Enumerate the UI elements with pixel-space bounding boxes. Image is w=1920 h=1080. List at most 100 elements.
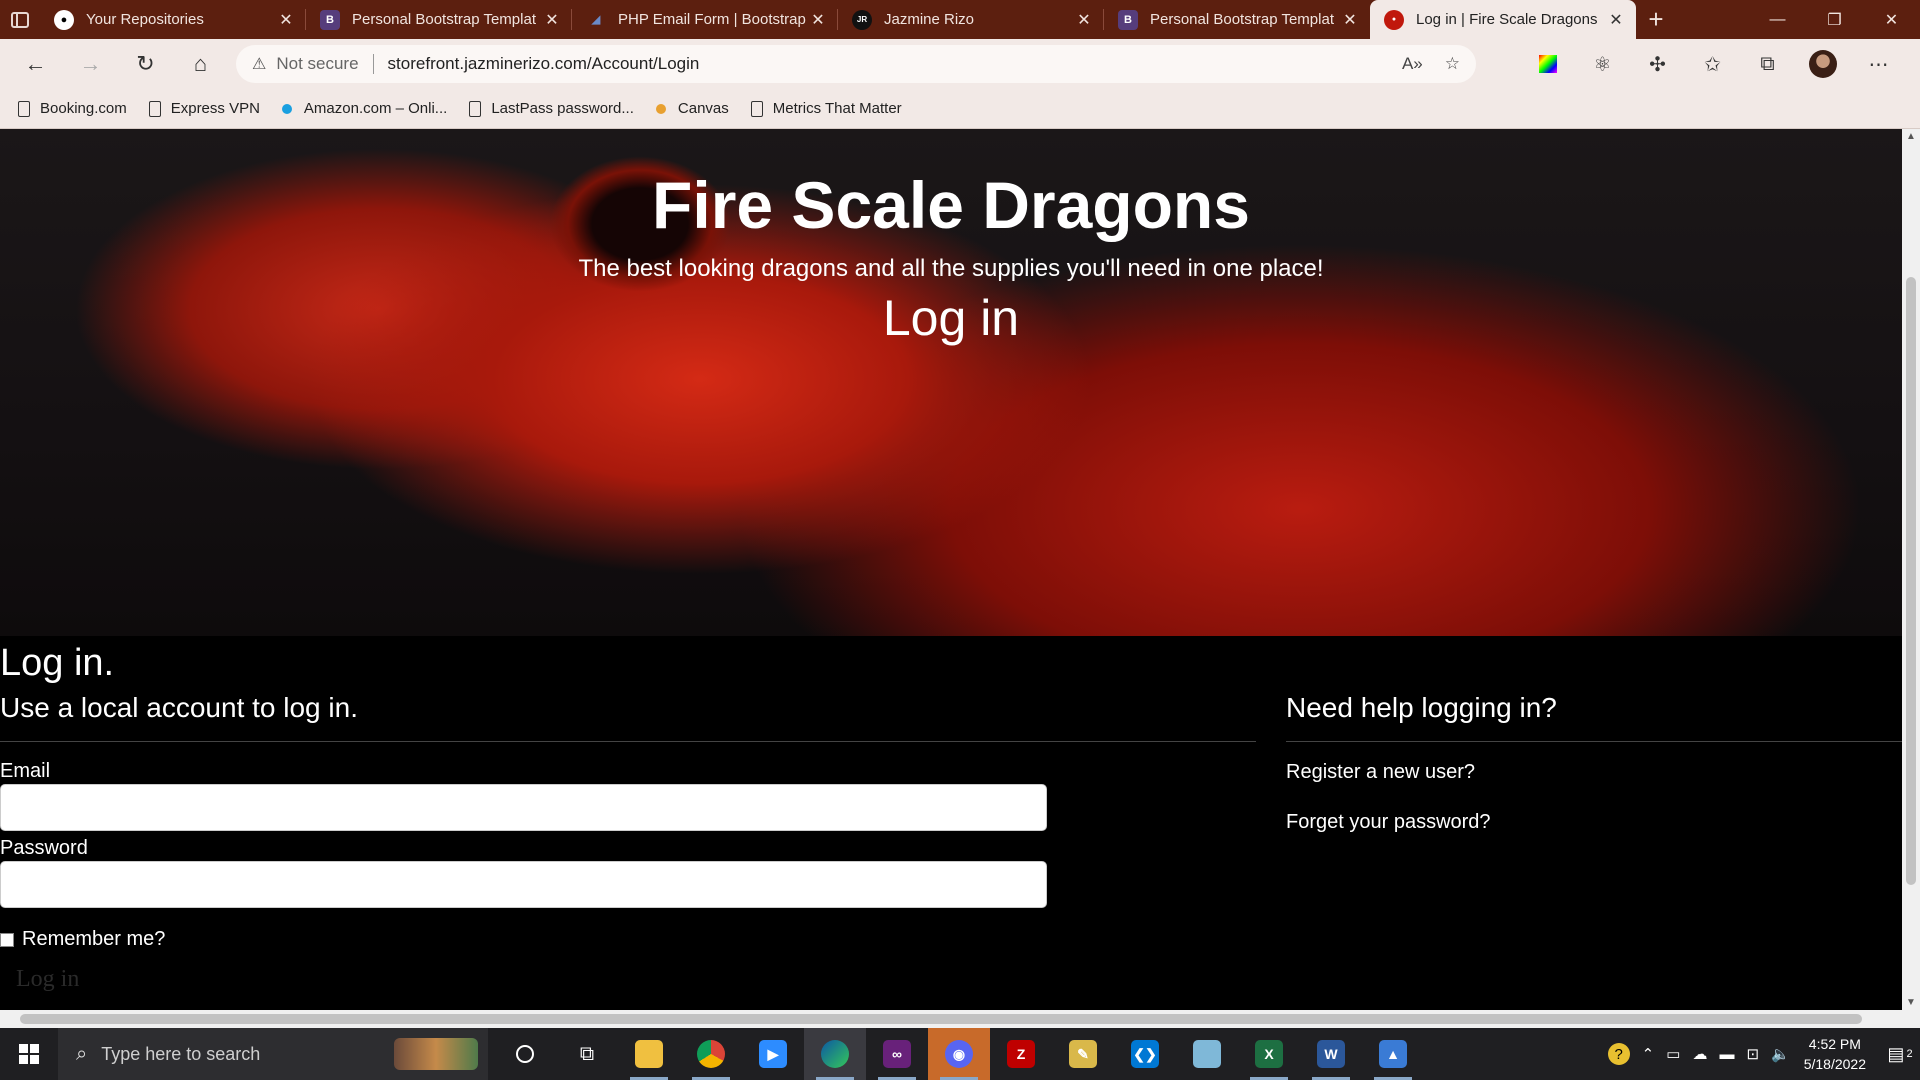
page-icon	[18, 100, 30, 117]
home-button[interactable]: ⌂	[173, 39, 228, 89]
excel-icon[interactable]: X	[1238, 1028, 1300, 1080]
tab-personal-bootstrap-2[interactable]: B Personal Bootstrap Templat ✕	[1104, 0, 1370, 39]
meet-now-icon[interactable]: ▭	[1666, 1045, 1680, 1063]
more-menu-icon[interactable]: ⋯	[1851, 52, 1906, 77]
favorite-label: Booking.com	[40, 100, 127, 117]
page-icon	[469, 100, 482, 117]
visual-studio-icon[interactable]: ∞	[866, 1028, 928, 1080]
password-field[interactable]	[0, 861, 1047, 908]
address-bar[interactable]: ⚠ Not secure storefront.jazminerizo.com/…	[236, 45, 1476, 83]
tools-app-icon[interactable]: ✎	[1052, 1028, 1114, 1080]
page-title: Log in.	[0, 642, 115, 684]
tab-title: PHP Email Form | Bootstrap	[618, 11, 806, 28]
scroll-up-icon[interactable]: ▲	[1902, 131, 1920, 142]
warning-icon[interactable]: ⚠	[252, 54, 266, 74]
new-tab-button[interactable]: +	[1636, 0, 1676, 39]
onedrive-icon[interactable]: ☁	[1692, 1045, 1707, 1063]
favorite-canvas[interactable]: Canvas	[655, 100, 729, 117]
site-title: Fire Scale Dragons	[652, 168, 1250, 242]
task-view-icon[interactable]: ⧉	[556, 1028, 618, 1080]
windows-icon	[19, 1044, 39, 1064]
tab-actions-button[interactable]	[0, 0, 40, 39]
close-tab-icon[interactable]: ✕	[1340, 10, 1360, 30]
page-icon	[148, 100, 161, 117]
zoom-icon[interactable]: ▶	[742, 1028, 804, 1080]
tab-jazmine-rizo[interactable]: JR Jazmine Rizo ✕	[838, 0, 1104, 39]
profile-avatar[interactable]	[1809, 50, 1837, 78]
remember-checkbox[interactable]	[0, 932, 14, 947]
photos-icon[interactable]: ▲	[1362, 1028, 1424, 1080]
email-label: Email	[0, 760, 51, 782]
login-button[interactable]: Log in	[16, 966, 79, 993]
tab-your-repositories[interactable]: ● Your Repositories ✕	[40, 0, 306, 39]
discord-icon[interactable]: ◉	[928, 1028, 990, 1080]
volume-icon[interactable]: 🔈	[1771, 1045, 1790, 1063]
tab-fire-scale-dragons-login[interactable]: ● Log in | Fire Scale Dragons ✕	[1370, 0, 1636, 39]
web-page: Fire Scale Dragons The best looking drag…	[0, 129, 1902, 1010]
tab-title: Personal Bootstrap Templat	[1150, 11, 1334, 28]
hero-banner: Fire Scale Dragons The best looking drag…	[0, 129, 1902, 636]
close-tab-icon[interactable]: ✕	[1606, 10, 1626, 30]
tab-php-email-form[interactable]: ◢ PHP Email Form | Bootstrap ✕	[572, 0, 838, 39]
favorite-metrics[interactable]: Metrics That Matter	[750, 100, 902, 117]
page-icon	[750, 100, 763, 117]
react-devtools-icon[interactable]: ⚛	[1575, 52, 1630, 77]
remember-me[interactable]: Remember me?	[0, 928, 165, 951]
refresh-button[interactable]: ↻	[118, 39, 173, 89]
close-window-icon[interactable]: ✕	[1863, 0, 1920, 39]
help-icon[interactable]: ?	[1607, 1043, 1630, 1065]
cortana-icon[interactable]	[494, 1028, 556, 1080]
security-status[interactable]: Not secure	[276, 54, 358, 74]
bootstrap-icon: B	[320, 9, 340, 30]
close-tab-icon[interactable]: ✕	[542, 10, 562, 30]
clock[interactable]: 4:52 PM 5/18/2022	[1804, 1034, 1866, 1074]
search-highlight-image[interactable]	[394, 1038, 478, 1070]
scroll-thumb[interactable]	[20, 1014, 1862, 1024]
collections-icon[interactable]: ⧉	[1740, 53, 1795, 76]
favorites-icon[interactable]: ✩	[1685, 52, 1740, 77]
divider	[0, 741, 1256, 742]
taskbar-search[interactable]: ⌕ Type here to search	[58, 1028, 488, 1080]
favorite-lastpass[interactable]: LastPass password...	[469, 100, 634, 117]
favorite-booking[interactable]: Booking.com	[18, 100, 127, 117]
tab-actions-icon	[11, 11, 29, 28]
forgot-password-link[interactable]: Forget your password?	[1286, 811, 1491, 834]
browser-tab-strip: ● Your Repositories ✕ B Personal Bootstr…	[0, 0, 1920, 39]
favorite-express-vpn[interactable]: Express VPN	[148, 100, 260, 117]
start-button[interactable]	[0, 1028, 58, 1080]
dot-icon	[655, 103, 666, 114]
minimize-icon[interactable]: —	[1749, 0, 1806, 39]
help-title: Need help logging in?	[1286, 692, 1557, 723]
restore-icon[interactable]: ❐	[1806, 0, 1863, 39]
close-tab-icon[interactable]: ✕	[1074, 10, 1094, 30]
notepad-icon[interactable]	[1176, 1028, 1238, 1080]
add-favorite-icon[interactable]: ☆	[1445, 54, 1460, 74]
notification-icon: ▤	[1887, 1043, 1905, 1064]
vertical-scrollbar[interactable]: ▲ ▼	[1902, 129, 1920, 1010]
register-link[interactable]: Register a new user?	[1286, 761, 1475, 784]
email-field[interactable]	[0, 784, 1047, 831]
scroll-thumb[interactable]	[1906, 277, 1916, 885]
favorite-amazon[interactable]: Amazon.com – Onli...	[281, 100, 447, 117]
file-explorer-icon[interactable]	[618, 1028, 680, 1080]
word-icon[interactable]: W	[1300, 1028, 1362, 1080]
extensions-icon[interactable]: ✣	[1630, 52, 1685, 77]
chevron-up-icon[interactable]: ⌃	[1642, 1045, 1655, 1063]
battery-icon[interactable]: ▬	[1719, 1046, 1734, 1063]
close-tab-icon[interactable]: ✕	[808, 10, 828, 30]
color-extension-icon[interactable]	[1520, 55, 1575, 73]
scroll-down-icon[interactable]: ▼	[1902, 997, 1920, 1008]
filezilla-icon[interactable]: Z	[990, 1028, 1052, 1080]
close-tab-icon[interactable]: ✕	[276, 10, 296, 30]
chrome-icon[interactable]	[680, 1028, 742, 1080]
vscode-icon[interactable]: ❮❯	[1114, 1028, 1176, 1080]
network-icon[interactable]: ⊡	[1746, 1045, 1759, 1063]
forward-button[interactable]: →	[63, 39, 118, 89]
read-aloud-icon[interactable]: A»	[1402, 54, 1423, 74]
notifications-button[interactable]: ▤ 2	[1880, 1044, 1920, 1065]
tab-personal-bootstrap-1[interactable]: B Personal Bootstrap Templat ✕	[306, 0, 572, 39]
horizontal-scrollbar[interactable]	[0, 1010, 1920, 1028]
edge-icon[interactable]	[804, 1028, 866, 1080]
back-button[interactable]: ←	[8, 39, 63, 89]
url-text[interactable]: storefront.jazminerizo.com/Account/Login	[388, 54, 700, 74]
